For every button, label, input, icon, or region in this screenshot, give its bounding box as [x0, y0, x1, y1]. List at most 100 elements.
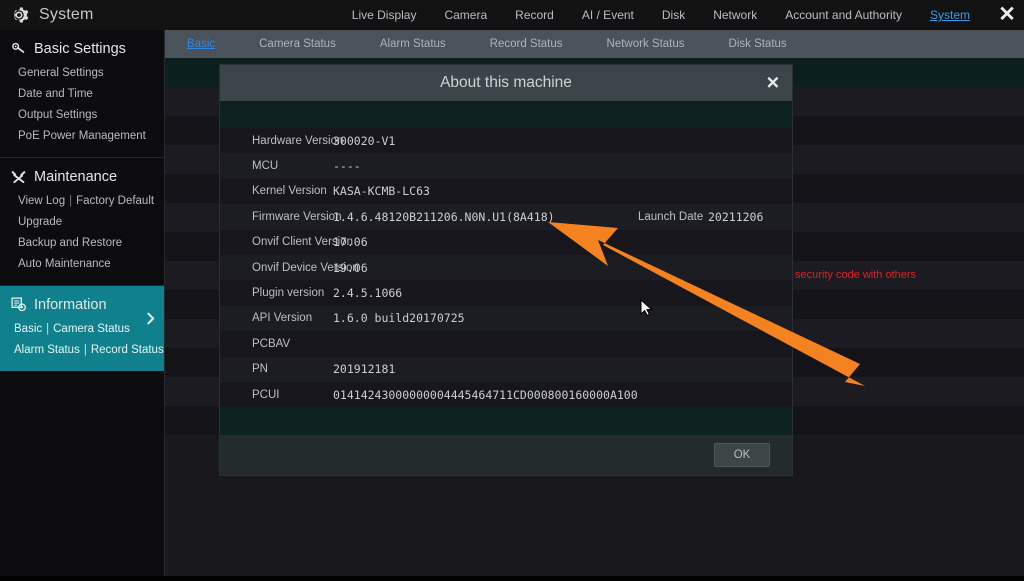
launch-date-value: 20211206 [708, 210, 763, 224]
tools-icon [10, 168, 27, 185]
sidebar-section-header[interactable]: Information [0, 294, 164, 319]
top-bar: System Live DisplayCameraRecordAI / Even… [0, 0, 1024, 30]
info-row-label: Onvif Device Version [220, 262, 333, 274]
top-nav-item-disk[interactable]: Disk [648, 0, 699, 30]
sidebar-section-header[interactable]: Basic Settings [0, 38, 164, 63]
info-row: PCBAV [220, 331, 792, 356]
sidebar-item-auto-maintenance[interactable]: Auto Maintenance [18, 258, 111, 270]
ok-button[interactable]: OK [714, 443, 770, 467]
top-nav-item-system[interactable]: System [916, 0, 984, 30]
sidebar-link-row: Backup and Restore [0, 233, 164, 254]
sidebar-section-title: Information [34, 297, 107, 313]
info-row-value: 2.4.5.1066 [333, 286, 402, 300]
sidebar-link-separator: | [65, 195, 76, 207]
sidebar-item-camera-status[interactable]: Camera Status [53, 323, 130, 335]
info-row-value: 17.06 [333, 235, 368, 249]
sidebar-link-row: Basic|Camera Status [0, 319, 164, 340]
tab-camera-status[interactable]: Camera Status [237, 30, 358, 58]
sidebar-item-record-status[interactable]: Record Status [91, 344, 164, 356]
sidebar-item-output-settings[interactable]: Output Settings [18, 109, 97, 121]
sidebar-section-information: InformationBasic|Camera StatusAlarm Stat… [0, 286, 164, 371]
sidebar-link-separator: | [80, 344, 91, 356]
sidebar-section-title: Basic Settings [34, 41, 126, 57]
dialog-footer: OK [220, 435, 792, 475]
sidebar-section-header[interactable]: Maintenance [0, 166, 164, 191]
sidebar-link-row: Date and Time [0, 84, 164, 105]
tab-record-status[interactable]: Record Status [468, 30, 585, 58]
sidebar-item-alarm-status[interactable]: Alarm Status [14, 344, 80, 356]
tab-network-status[interactable]: Network Status [585, 30, 707, 58]
info-row-label: PCUI [220, 389, 333, 401]
wrench-settings-icon [10, 40, 27, 57]
info-row: Firmware Version1.4.6.48120B211206.N0N.U… [220, 204, 792, 229]
info-row-value: 1.4.6.48120B211206.N0N.U1(8A418) [333, 210, 555, 224]
sidebar-item-poe-power-management[interactable]: PoE Power Management [18, 130, 146, 142]
sidebar-item-backup-and-restore[interactable]: Backup and Restore [18, 237, 122, 249]
sidebar-item-basic[interactable]: Basic [14, 323, 42, 335]
info-row-label: Plugin version [220, 287, 333, 299]
top-nav-item-ai-event[interactable]: AI / Event [568, 0, 648, 30]
info-row: Onvif Client Version17.06 [220, 230, 792, 255]
info-row-label: PCBAV [220, 338, 333, 350]
dialog-close-icon[interactable]: ✕ [766, 75, 780, 92]
dialog-title: About this machine [440, 74, 572, 92]
info-row-label: Kernel Version [220, 185, 333, 197]
top-nav: Live DisplayCameraRecordAI / EventDiskNe… [308, 0, 990, 30]
info-row: PN201912181 [220, 357, 792, 382]
gear-icon [8, 4, 30, 26]
info-row-label: MCU [220, 160, 333, 172]
top-nav-item-record[interactable]: Record [501, 0, 568, 30]
info-row-value: 19.06 [333, 261, 368, 275]
sidebar-link-row: Alarm Status|Record Status [0, 340, 164, 361]
sidebar-section-title: Maintenance [34, 169, 117, 185]
info-row: MCU---- [220, 153, 792, 178]
info-document-icon [10, 296, 27, 313]
top-nav-item-account-and-authority[interactable]: Account and Authority [771, 0, 916, 30]
dialog-top-band [220, 101, 792, 128]
tab-alarm-status[interactable]: Alarm Status [358, 30, 468, 58]
info-row-label: PN [220, 363, 333, 375]
info-row-value: 01414243000000004445464711CD000800160000… [333, 388, 638, 402]
about-this-machine-dialog: About this machine ✕ Hardware Version300… [220, 65, 792, 475]
close-icon[interactable]: ✕ [990, 0, 1024, 30]
info-row: Hardware Version300020-V1 [220, 128, 792, 153]
info-row: API Version1.6.0 build20170725 [220, 306, 792, 331]
info-row-value: ---- [333, 159, 361, 173]
sidebar-link-separator: | [42, 323, 53, 335]
sidebar-item-date-and-time[interactable]: Date and Time [18, 88, 93, 100]
sidebar-item-upgrade[interactable]: Upgrade [18, 216, 62, 228]
top-nav-item-camera[interactable]: Camera [430, 0, 501, 30]
info-row-label: Onvif Client Version [220, 236, 333, 248]
chevron-right-icon[interactable] [144, 312, 157, 325]
info-row: Onvif Device Version19.06 [220, 255, 792, 280]
dialog-bottom-band [220, 407, 792, 435]
top-nav-item-network[interactable]: Network [699, 0, 771, 30]
app-brand: System [0, 4, 308, 26]
sidebar-link-row: View Log|Factory Default [0, 191, 164, 212]
info-row-label: Firmware Version [220, 211, 333, 223]
top-nav-item-live-display[interactable]: Live Display [338, 0, 431, 30]
sidebar: Basic Settings General Settings Date and T… [0, 30, 165, 576]
dialog-title-bar: About this machine ✕ [220, 65, 792, 101]
info-row-value: 201912181 [333, 362, 395, 376]
sidebar-item-view-log[interactable]: View Log [18, 195, 65, 207]
security-warning-text: security code with others [795, 261, 916, 290]
info-row-label: Hardware Version [220, 135, 333, 147]
info-row-value: KASA-KCMB-LC63 [333, 184, 430, 198]
launch-date-label: Launch Date [638, 211, 703, 223]
sidebar-section-maintenance: Maintenance View Log|Factory Default Upgra… [0, 158, 164, 281]
sidebar-link-row: Auto Maintenance [0, 254, 164, 275]
sidebar-link-row: Upgrade [0, 212, 164, 233]
sidebar-item-general-settings[interactable]: General Settings [18, 67, 104, 79]
sidebar-link-row: Output Settings [0, 105, 164, 126]
tab-disk-status[interactable]: Disk Status [707, 30, 809, 58]
sidebar-link-row: General Settings [0, 63, 164, 84]
app-title: System [39, 6, 94, 24]
info-row-label: API Version [220, 312, 333, 324]
info-row-value: 300020-V1 [333, 134, 395, 148]
tab-basic[interactable]: Basic [165, 30, 237, 58]
sidebar-item-factory-default[interactable]: Factory Default [76, 195, 154, 207]
sub-tab-bar: BasicCamera StatusAlarm StatusRecord Sta… [165, 30, 1024, 58]
sidebar-link-row: PoE Power Management [0, 126, 164, 147]
info-row: PCUI01414243000000004445464711CD00080016… [220, 382, 792, 407]
